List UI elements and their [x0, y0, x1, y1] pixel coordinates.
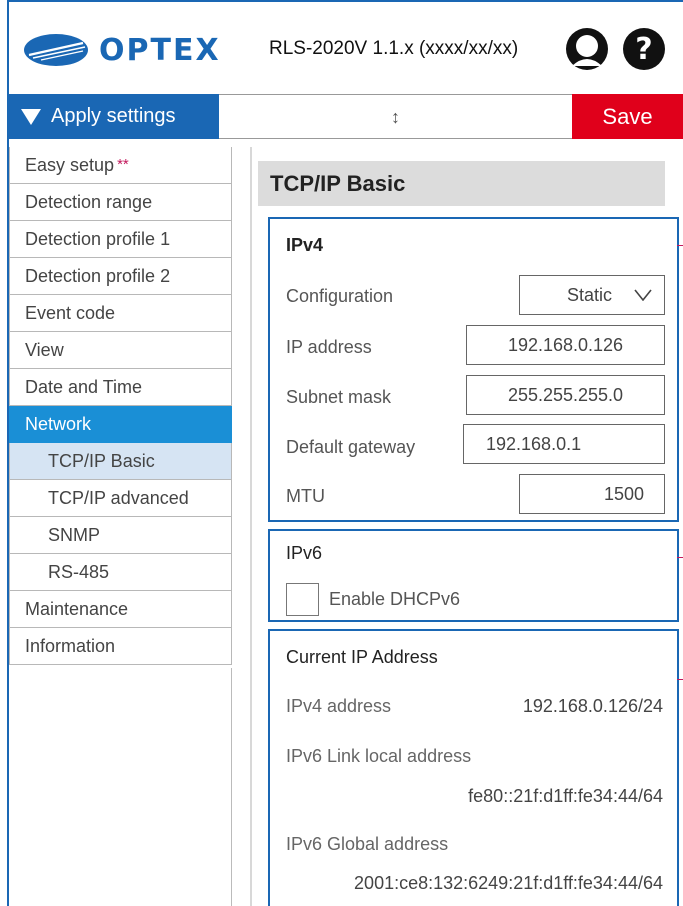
- sidebar-nav: Easy setup ** Detection range Detection p…: [9, 147, 232, 665]
- content-divider: [250, 147, 252, 906]
- configuration-value: Static: [566, 285, 612, 305]
- mtu-label: MTU: [286, 486, 325, 506]
- current-ip-panel: Current IP Address IPv4 address 192.168.…: [268, 629, 683, 906]
- save-button[interactable]: Save: [572, 94, 683, 139]
- sidebar-item-information[interactable]: Information: [9, 628, 232, 665]
- ipv6-panel: IPv6 Enable DHCPv6: [268, 529, 683, 622]
- product-version: RLS-2020V 1.1.x (xxxx/xx/xx): [269, 38, 519, 59]
- svg-text:?: ?: [635, 32, 652, 67]
- resize-icon: ↕: [391, 107, 400, 127]
- sidebar-item-date-and-time[interactable]: Date and Time: [9, 369, 232, 406]
- apply-settings-label: Apply settings: [51, 105, 176, 127]
- sidebar-item-tcpip-basic[interactable]: TCP/IP Basic: [9, 443, 232, 480]
- sidebar-item-easy-setup[interactable]: Easy setup **: [9, 147, 232, 184]
- user-icon[interactable]: [564, 26, 610, 72]
- configuration-label: Configuration: [286, 286, 394, 306]
- ipv6-global-value: 2001:ce8:132:6249:21f:d1ff:fe34:44/64: [354, 873, 663, 893]
- ipv4-panel: IPv4 Configuration Static IP address 192…: [268, 217, 683, 522]
- ipv6-global-label: IPv6 Global address: [286, 834, 449, 854]
- ipv6-link-local-label: IPv6 Link local address: [286, 746, 472, 766]
- subnet-mask-input[interactable]: 255.255.255.0: [466, 375, 665, 415]
- ip-address-label: IP address: [286, 337, 372, 357]
- sidebar-item-detection-profile-1[interactable]: Detection profile 1: [9, 221, 232, 258]
- help-icon[interactable]: ?: [621, 26, 667, 72]
- ipv4-title: IPv4: [286, 235, 324, 255]
- enable-dhcpv6-label: Enable DHCPv6: [329, 589, 461, 609]
- chevron-down-icon: [634, 276, 652, 314]
- configuration-select[interactable]: Static: [519, 275, 665, 315]
- mtu-input[interactable]: 1500: [519, 474, 665, 514]
- ipv6-link-local-value: fe80::21f:d1ff:fe34:44/64: [468, 786, 663, 806]
- sidebar-divider: [231, 668, 232, 906]
- subnet-mask-label: Subnet mask: [286, 387, 392, 407]
- ipv4-address-value: 192.168.0.126/24: [522, 696, 663, 716]
- sidebar-item-label: Easy setup: [25, 155, 115, 175]
- ipv4-address-label: IPv4 address: [286, 696, 392, 716]
- sidebar-item-network[interactable]: Network: [9, 406, 232, 443]
- resize-handle[interactable]: ↕: [219, 94, 572, 139]
- enable-dhcpv6-checkbox[interactable]: [286, 583, 319, 616]
- triangle-down-icon: [21, 108, 41, 125]
- sidebar-item-event-code[interactable]: Event code: [9, 295, 232, 332]
- page-title: TCP/IP Basic: [258, 161, 665, 206]
- current-ip-title: Current IP Address: [286, 647, 438, 667]
- default-gateway-input[interactable]: 192.168.0.1: [463, 424, 665, 464]
- sidebar-item-view[interactable]: View: [9, 332, 232, 369]
- optex-logo: OPTEX: [23, 26, 243, 74]
- ip-address-input[interactable]: 192.168.0.126: [466, 325, 665, 365]
- ipv6-title: IPv6: [286, 543, 323, 563]
- sidebar-item-rs485[interactable]: RS-485: [9, 554, 232, 591]
- panel-marker: [677, 245, 683, 246]
- sidebar-item-detection-profile-2[interactable]: Detection profile 2: [9, 258, 232, 295]
- apply-settings-button[interactable]: Apply settings: [9, 94, 219, 139]
- sidebar-item-detection-range[interactable]: Detection range: [9, 184, 232, 221]
- panel-marker: [677, 557, 683, 558]
- toolbar: Apply settings ↕ Save: [9, 94, 683, 139]
- sidebar-item-tcpip-advanced[interactable]: TCP/IP advanced: [9, 480, 232, 517]
- logo-text: OPTEX: [99, 32, 221, 68]
- default-gateway-label: Default gateway: [286, 437, 416, 457]
- required-mark: **: [117, 156, 129, 173]
- sidebar-item-snmp[interactable]: SNMP: [9, 517, 232, 554]
- optex-logo-emblem: [24, 34, 88, 66]
- sidebar-item-maintenance[interactable]: Maintenance: [9, 591, 232, 628]
- header: OPTEX RLS-2020V 1.1.x (xxxx/xx/xx) ?: [9, 2, 683, 94]
- panel-marker: [677, 679, 683, 680]
